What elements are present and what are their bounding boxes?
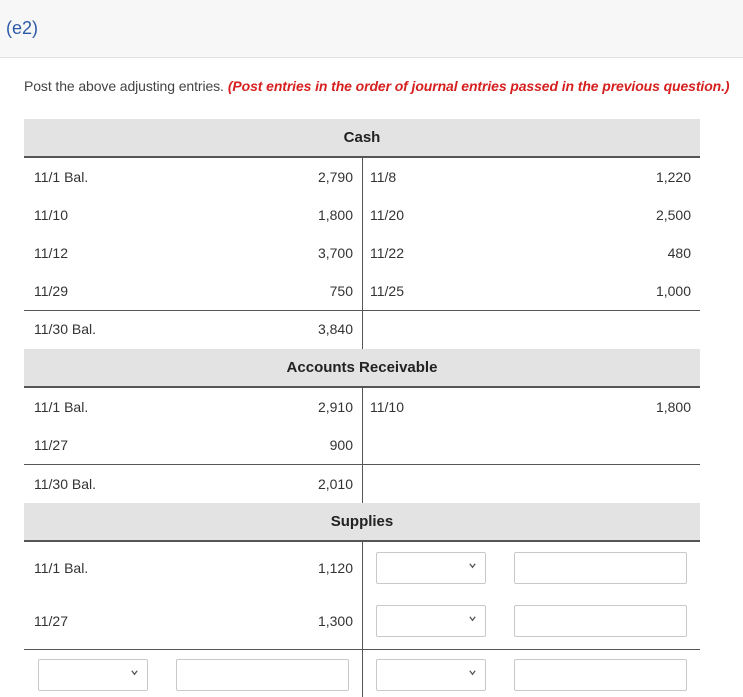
credit-date: 11/10 [370,399,404,415]
t-account-center-line [362,388,363,503]
balance-date: 11/30 Bal. [34,476,97,492]
debit-amount: 2,790 [317,169,353,185]
balance-divider [24,310,700,311]
instruction-note: (Post entries in the order of journal en… [227,78,730,94]
t-account-title-bar: Supplies [24,503,700,542]
debit-amount: 3,700 [317,245,353,261]
t-account-center-line [362,542,363,697]
debit-date: 11/27 [34,437,68,453]
instruction: Post the above adjusting entries. (Post e… [24,78,730,94]
balance-amount: 2,010 [317,476,353,492]
chevron-down-icon [469,670,476,676]
t-account-title: Supplies [330,513,394,530]
balance-date-select[interactable] [38,659,148,691]
credit-date-select[interactable] [376,552,486,584]
debit-date: 11/27 [34,613,68,629]
credit-balance-amount-input[interactable] [514,659,687,691]
balance-divider [24,649,700,650]
t-account-title: Cash [343,129,381,146]
credit-balance-date-select[interactable] [376,659,486,691]
debit-date: 11/1 Bal. [34,560,89,576]
credit-amount: 1,000 [655,283,691,299]
credit-date-select[interactable] [376,605,486,637]
debit-amount: 1,120 [317,560,353,576]
debit-amount: 2,910 [317,399,353,415]
credit-amount-input[interactable] [514,552,687,584]
balance-date: 11/30 Bal. [34,321,97,337]
t-account-title: Accounts Receivable [286,359,438,376]
balance-amount: 3,840 [317,321,353,337]
debit-amount: 750 [329,283,353,299]
credit-amount: 480 [667,245,691,261]
balance-amount-input[interactable] [176,659,349,691]
chevron-down-icon [131,670,138,676]
balance-divider [24,464,700,465]
credit-amount: 1,220 [655,169,691,185]
credit-date: 11/25 [370,283,404,299]
debit-date: 11/1 Bal. [34,399,89,415]
t-account-title-bar: Accounts Receivable [24,349,700,388]
debit-amount: 1,800 [317,207,353,223]
credit-date: 11/20 [370,207,404,223]
t-account-center-line [362,158,363,349]
debit-amount: 1,300 [317,613,353,629]
chevron-down-icon [469,563,476,569]
credit-amount: 1,800 [655,399,691,415]
credit-date: 11/8 [370,169,397,185]
question-part-header: (e2) [0,0,743,58]
debit-date: 11/10 [34,207,68,223]
debit-date: 11/29 [34,283,68,299]
debit-date: 11/1 Bal. [34,169,89,185]
part-label: (e2) [6,18,39,38]
debit-amount: 900 [329,437,353,453]
t-account-title-bar: Cash [24,119,700,158]
credit-amount: 2,500 [655,207,691,223]
debit-date: 11/12 [34,245,68,261]
instruction-text: Post the above adjusting entries. [24,78,224,94]
credit-amount-input[interactable] [514,605,687,637]
credit-date: 11/22 [370,245,404,261]
chevron-down-icon [469,616,476,622]
